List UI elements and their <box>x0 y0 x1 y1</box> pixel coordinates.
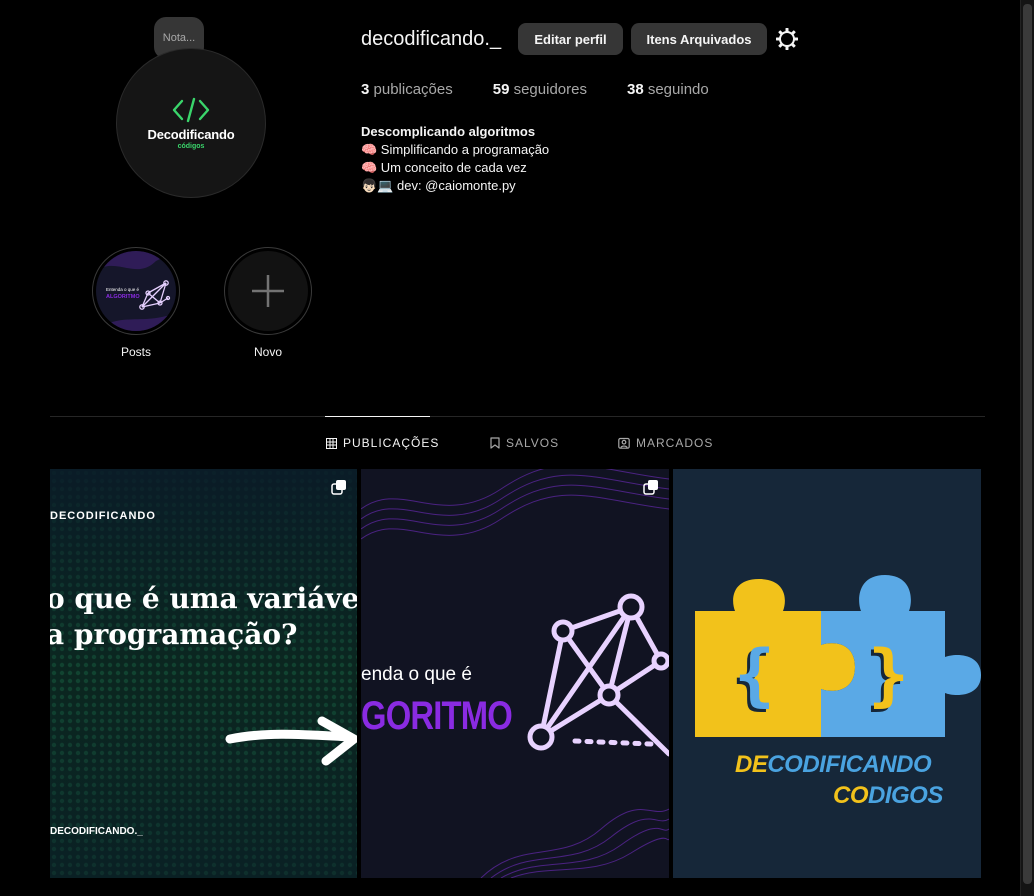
post3-text-line1: DECODIFICANDO <box>735 751 932 779</box>
active-tab-indicator <box>325 416 430 417</box>
tab-tagged-label: MARCADOS <box>636 436 714 450</box>
bio-line-1: 🧠 Simplificando a programação <box>361 142 550 157</box>
tab-saved[interactable]: SALVOS <box>490 436 559 450</box>
scrollbar-thumb[interactable] <box>1023 4 1032 884</box>
tagged-icon <box>618 437 630 449</box>
profile-stats: 3 publicações 59 seguidores 38 seguindo <box>361 81 749 98</box>
highlight-new-inner <box>228 251 308 331</box>
avatar-brand-text: Decodificando <box>147 126 235 142</box>
tab-saved-label: SALVOS <box>506 436 560 450</box>
post3-line2-rest: DIGOS <box>868 782 943 809</box>
post1-brand: DECODIFICANDO <box>50 510 156 522</box>
post-thumbnail-2[interactable]: enda o que é GORITMO <box>361 469 669 878</box>
highlight-new-ring <box>224 247 312 335</box>
tab-publications[interactable]: PUBLICAÇÕES <box>326 436 439 450</box>
profile-username: decodificando._ <box>361 28 502 50</box>
highlight-new[interactable]: Novo <box>224 247 312 359</box>
followers-count: 59 <box>492 81 510 98</box>
post3-text-line2: CODIGOS <box>833 782 943 810</box>
profile-bio: Descomplicando algoritmos 🧠 Simplificand… <box>361 123 549 195</box>
bio-name: Descomplicando algoritmos <box>361 124 536 139</box>
posts-label: publicações <box>373 81 453 98</box>
bookmark-icon <box>490 437 500 449</box>
avatar[interactable]: Decodificando códigos <box>116 48 266 198</box>
post2-text-line1: enda o que é <box>361 664 472 685</box>
followers-label: seguidores <box>513 81 587 98</box>
highlight-algorithm-thumbnail-icon: Entenda o que é ALGORITMO <box>96 251 176 331</box>
code-brackets-icon <box>172 97 210 122</box>
highlight-new-label: Novo <box>253 345 282 359</box>
post3-puzzle-graphic: { } { } <box>673 469 981 878</box>
tab-tagged[interactable]: MARCADOS <box>618 436 713 450</box>
following-stat[interactable]: 38 seguindo <box>627 81 709 98</box>
post2-text-line2: GORITMO <box>361 694 513 738</box>
page-scrollbar[interactable] <box>1020 0 1034 896</box>
multiple-photos-icon <box>643 480 658 495</box>
post-thumbnail-3[interactable]: { } { } DECODIFICANDO CODIGOS <box>673 469 981 878</box>
settings-gear-icon[interactable] <box>775 27 799 51</box>
post3-line2-accent: CO <box>833 782 869 809</box>
highlight-thumb-text-top: Entenda o que é <box>106 287 140 292</box>
highlight-posts-label: Posts <box>120 345 151 359</box>
posts-stat: 3 publicações <box>361 81 453 98</box>
svg-text:}: } <box>868 636 909 715</box>
bio-line-3: 👦🏻💻 dev: @caiomonte.py <box>361 178 516 193</box>
highlight-posts[interactable]: Entenda o que é ALGORITMO Posts <box>92 247 180 359</box>
post3-line1-rest: CODIFICANDO <box>767 751 932 778</box>
highlight-posts-thumbnail: Entenda o que é ALGORITMO <box>96 251 176 331</box>
following-count: 38 <box>626 81 644 98</box>
plus-icon <box>252 275 284 307</box>
post3-line1-accent: DE <box>735 751 768 778</box>
tabs-divider <box>50 416 985 417</box>
post1-title-line1: o que é uma variável <box>50 582 357 615</box>
grid-icon <box>326 437 337 449</box>
bio-line-2: 🧠 Um conceito de cada vez <box>361 160 527 175</box>
post1-title-line2: a programação? <box>50 618 298 651</box>
archived-items-button[interactable]: Itens Arquivados <box>631 23 767 55</box>
post1-title: o que é uma variável a programação? <box>50 581 357 653</box>
svg-text:{: { <box>734 636 775 715</box>
post-thumbnail-1[interactable]: DECODIFICANDO o que é uma variável a pro… <box>50 469 357 878</box>
following-label: seguindo <box>647 81 709 98</box>
followers-stat[interactable]: 59 seguidores <box>493 81 587 98</box>
post1-halftone-background <box>50 469 357 878</box>
note-label: Nota... <box>162 32 196 44</box>
tab-publications-label: PUBLICAÇÕES <box>343 436 440 450</box>
highlight-thumb-text-bottom: ALGORITMO <box>106 294 140 300</box>
posts-count: 3 <box>361 81 370 98</box>
highlight-posts-ring: Entenda o que é ALGORITMO <box>92 247 180 335</box>
post1-footer: DECODIFICANDO._ <box>50 826 143 837</box>
avatar-brand-subtext: códigos <box>177 142 205 150</box>
multiple-photos-icon <box>331 480 346 495</box>
edit-profile-button[interactable]: Editar perfil <box>518 23 623 55</box>
